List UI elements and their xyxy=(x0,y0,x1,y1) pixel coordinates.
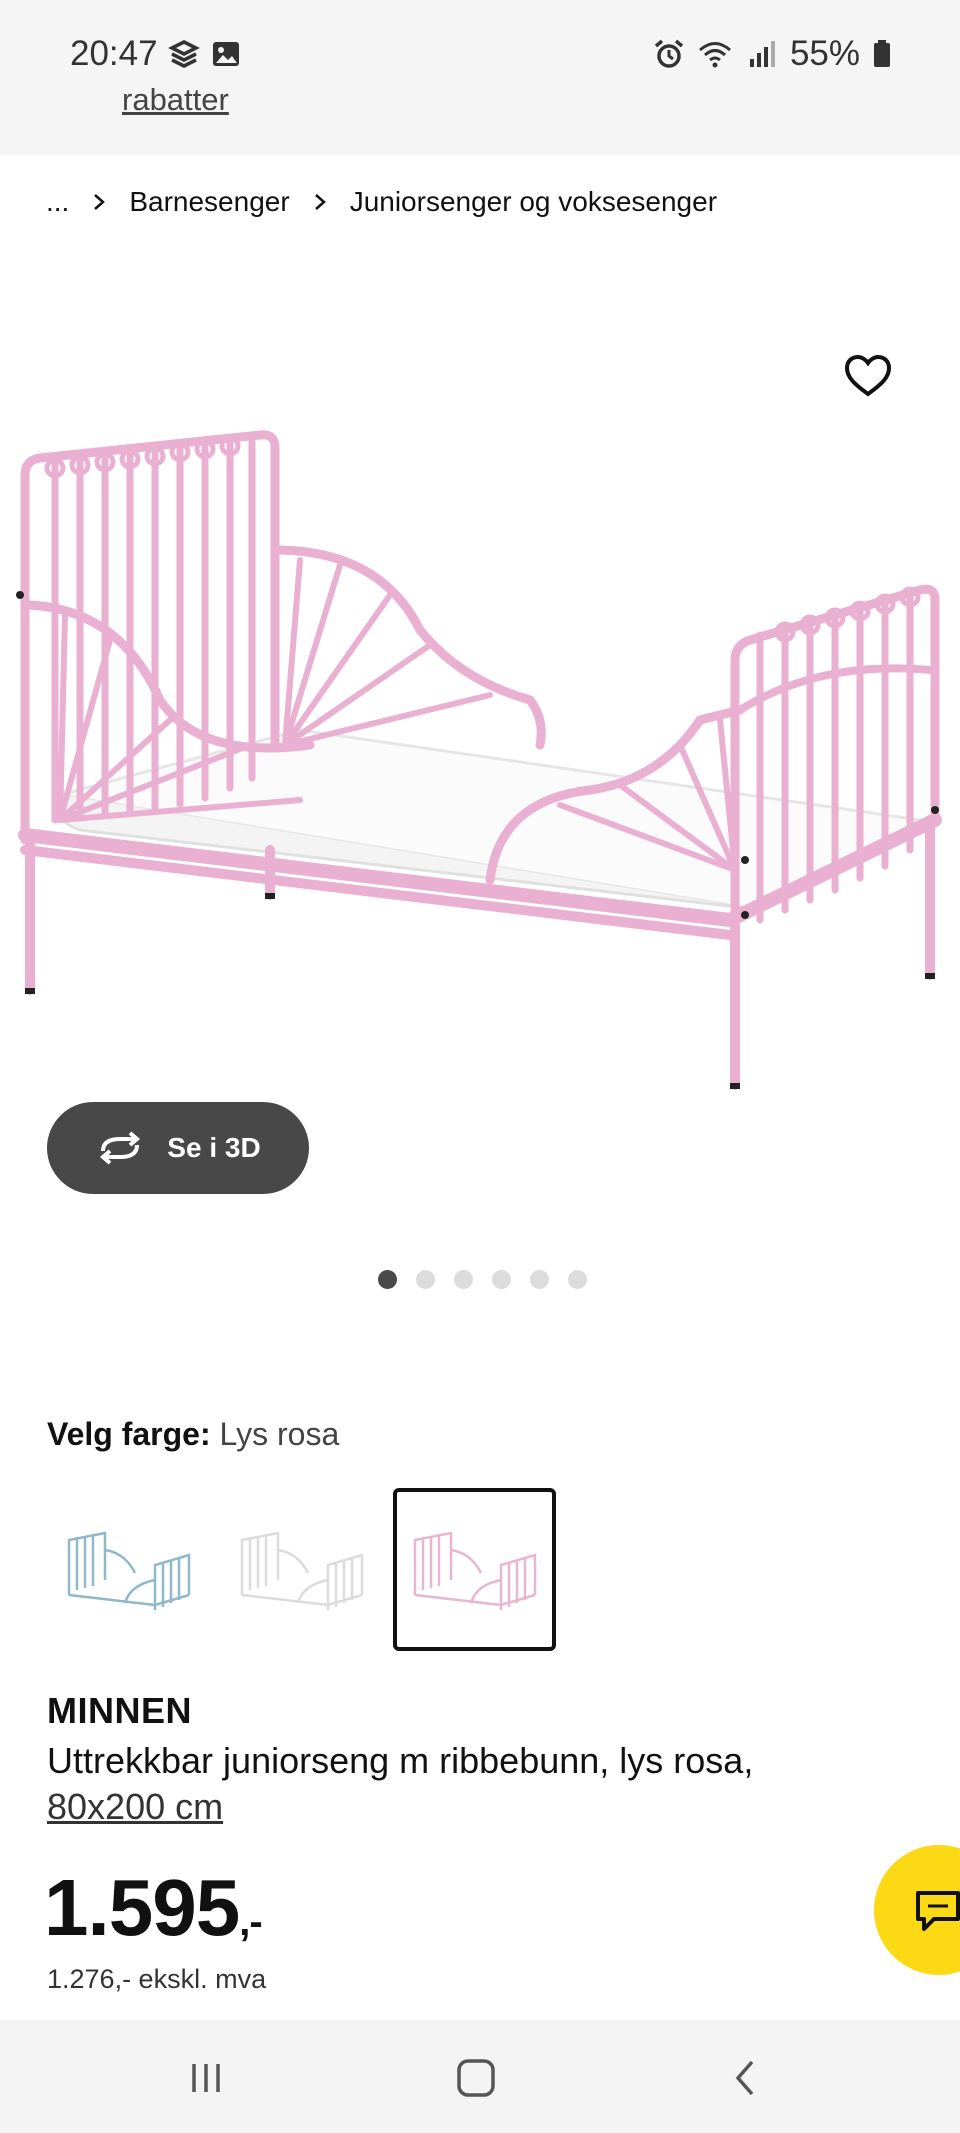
carousel-dot[interactable] xyxy=(378,1270,397,1289)
swatch-white[interactable] xyxy=(220,1488,383,1651)
breadcrumb-item-barnesenger[interactable]: Barnesenger xyxy=(129,186,289,218)
home-icon[interactable] xyxy=(448,2050,504,2106)
status-time: 20:47 xyxy=(70,34,158,73)
swatch-blue[interactable] xyxy=(47,1488,210,1651)
carousel-dot[interactable] xyxy=(492,1270,511,1289)
color-swatches xyxy=(47,1488,556,1651)
product-size-link[interactable]: 80x200 cm xyxy=(47,1786,223,1827)
bed-thumbnail-white xyxy=(240,1530,363,1610)
carousel-dot[interactable] xyxy=(530,1270,549,1289)
view-3d-button[interactable]: Se i 3D xyxy=(47,1102,309,1194)
battery-icon xyxy=(874,40,890,67)
product-description: Uttrekkbar juniorseng m ribbebunn, lys r… xyxy=(47,1740,754,1781)
battery-percent: 55% xyxy=(789,34,860,73)
chevron-right-icon xyxy=(314,194,326,210)
product-image[interactable] xyxy=(0,400,960,1100)
chat-icon xyxy=(916,1891,960,1931)
status-time-group: 20:47 xyxy=(70,34,242,74)
chevron-right-icon xyxy=(94,194,106,210)
carousel-dot[interactable] xyxy=(454,1270,473,1289)
rotate-icon xyxy=(100,1131,141,1165)
product-description-block: Uttrekkbar juniorseng m ribbebunn, lys r… xyxy=(47,1738,867,1830)
chat-button[interactable] xyxy=(874,1845,960,1975)
discounts-link[interactable]: rabatter xyxy=(122,82,229,118)
carousel-dot[interactable] xyxy=(416,1270,435,1289)
breadcrumb: ... Barnesenger Juniorsenger og voksesen… xyxy=(46,186,717,218)
product-name: MINNEN xyxy=(47,1690,192,1731)
color-label: Velg farge: Lys rosa xyxy=(47,1416,339,1453)
color-selected-value: Lys rosa xyxy=(219,1416,340,1452)
carousel-dots xyxy=(378,1270,587,1289)
gallery-icon xyxy=(212,42,239,66)
recent-apps-icon[interactable] xyxy=(178,2050,234,2106)
carousel-dot[interactable] xyxy=(568,1270,587,1289)
price-ex-vat: 1.276,- ekskl. mva xyxy=(47,1964,267,1994)
bed-thumbnail-blue xyxy=(67,1530,190,1610)
status-bar: 20:47 55% rabatter xyxy=(0,0,960,155)
system-nav-bar xyxy=(0,2020,960,2133)
swatch-pink[interactable] xyxy=(393,1488,556,1651)
wifi-icon xyxy=(698,42,731,68)
view-3d-label: Se i 3D xyxy=(167,1132,261,1163)
app-icon xyxy=(167,40,200,68)
breadcrumb-ellipsis[interactable]: ... xyxy=(46,186,69,218)
status-indicators: 55% xyxy=(652,34,892,74)
color-label-title: Velg farge: xyxy=(47,1416,211,1452)
back-icon[interactable] xyxy=(718,2050,774,2106)
signal-icon xyxy=(749,41,775,67)
heart-icon[interactable] xyxy=(842,350,894,402)
bed-thumbnail-pink xyxy=(413,1530,536,1610)
breadcrumb-item-juniorsenger[interactable]: Juniorsenger og voksesenger xyxy=(350,186,717,218)
product-price: 1.595,- xyxy=(44,1862,263,1954)
price-suffix: ,- xyxy=(239,1900,262,1944)
alarm-icon xyxy=(654,39,684,68)
price-main: 1.595 xyxy=(44,1863,240,1952)
